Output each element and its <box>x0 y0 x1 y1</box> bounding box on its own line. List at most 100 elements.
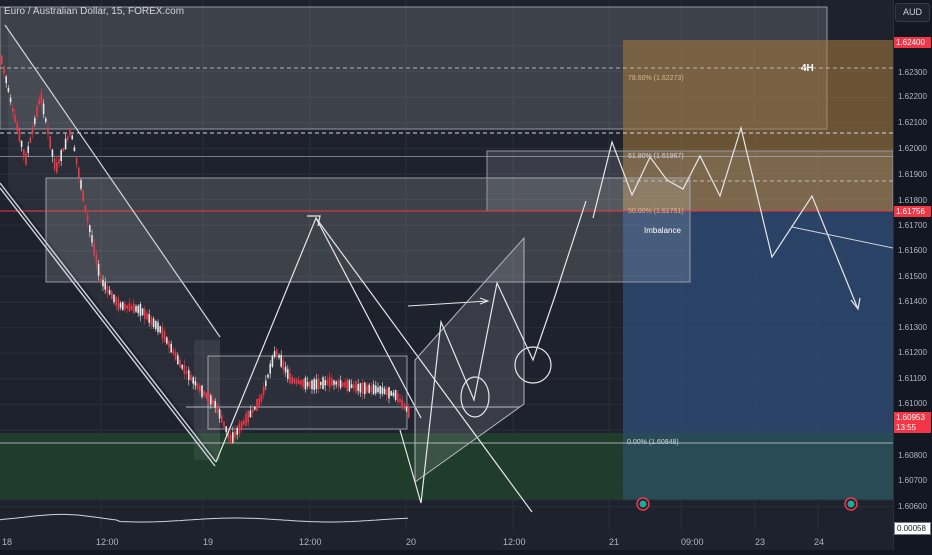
candle <box>383 388 386 394</box>
candle <box>223 421 225 427</box>
candle <box>20 140 23 147</box>
candle <box>177 355 179 365</box>
candle <box>73 147 76 152</box>
candle <box>313 379 315 390</box>
consolidation-box[interactable] <box>207 355 408 430</box>
candle <box>247 411 249 423</box>
candle <box>137 305 139 314</box>
candle <box>47 127 49 135</box>
candle <box>188 370 190 380</box>
candle <box>236 428 238 435</box>
candle <box>218 409 221 419</box>
candle <box>27 146 29 153</box>
candle <box>335 381 337 385</box>
price-label: 1.61200 <box>898 348 927 357</box>
candle <box>124 303 126 310</box>
candle <box>269 363 271 374</box>
price-label: 1.62000 <box>898 144 927 153</box>
candle <box>284 366 287 373</box>
time-label: 21 <box>609 537 620 547</box>
candle <box>221 415 223 423</box>
candle <box>346 379 348 392</box>
candle <box>91 235 93 243</box>
candle <box>130 305 133 311</box>
candle <box>199 386 201 392</box>
candle <box>225 426 227 433</box>
timeframe-label: 4H <box>801 63 814 74</box>
candle <box>174 352 177 360</box>
candle <box>405 406 408 412</box>
time-label: 18 <box>2 537 13 547</box>
candle <box>317 378 320 390</box>
candle <box>293 378 296 384</box>
candle <box>84 204 87 211</box>
candle <box>344 382 346 388</box>
candle <box>342 382 344 387</box>
chart-drawing[interactable] <box>0 0 894 550</box>
candle <box>377 387 379 393</box>
candle <box>95 254 98 265</box>
candle <box>315 379 318 390</box>
candle <box>133 303 135 314</box>
candle <box>139 304 142 316</box>
top-price-tag: 1.62400 <box>894 37 931 48</box>
candle <box>366 385 368 392</box>
chart-canvas[interactable]: Euro / Australian Dollar, 15, FOREX.com … <box>0 0 894 550</box>
candle <box>51 149 54 157</box>
candle <box>267 374 269 378</box>
candle <box>386 388 388 396</box>
candle <box>78 167 80 178</box>
candle <box>183 364 186 375</box>
candle <box>194 381 197 386</box>
candle <box>203 391 205 396</box>
candle <box>249 410 252 418</box>
candle <box>353 384 355 389</box>
candle <box>14 114 16 122</box>
candle <box>306 382 309 387</box>
candle <box>166 337 168 344</box>
candle <box>58 159 60 164</box>
price-label: 1.62300 <box>898 68 927 77</box>
candle <box>408 406 410 418</box>
candle <box>67 136 69 140</box>
fib-50-label: 50.00% (1.61751) <box>628 208 684 215</box>
candle <box>75 157 78 165</box>
candle <box>117 298 120 311</box>
candle <box>146 313 148 320</box>
candle <box>23 149 25 156</box>
time-label: 09:00 <box>681 537 704 547</box>
candle <box>304 377 307 390</box>
oscillator-value-tag: 0.00058 <box>894 522 931 535</box>
candle <box>273 351 276 357</box>
candle <box>82 190 84 202</box>
event-marker-2-dot <box>847 500 855 508</box>
price-label: 1.62100 <box>898 118 927 127</box>
candle <box>390 391 392 396</box>
candle <box>38 99 40 105</box>
candle <box>240 421 243 430</box>
currency-button[interactable]: AUD <box>895 3 930 22</box>
fib-786-label: 78.60% (1.62273) <box>628 75 684 82</box>
candle <box>295 379 298 384</box>
candle <box>375 385 377 394</box>
candle <box>348 380 351 392</box>
candle <box>381 387 384 394</box>
candle <box>311 380 313 390</box>
candle <box>159 326 161 333</box>
candle <box>106 286 109 293</box>
candle <box>40 93 43 103</box>
candle <box>254 406 256 410</box>
candle <box>205 392 208 399</box>
candle <box>276 349 278 355</box>
candle <box>128 303 131 312</box>
candle <box>5 76 7 84</box>
candle <box>71 135 73 140</box>
candle <box>359 383 362 393</box>
price-label: 1.61500 <box>898 272 927 281</box>
candle <box>113 294 115 303</box>
candle <box>309 381 311 389</box>
candle <box>111 291 113 300</box>
time-label: 12:00 <box>96 537 119 547</box>
candle <box>262 386 265 395</box>
candle <box>163 331 166 343</box>
